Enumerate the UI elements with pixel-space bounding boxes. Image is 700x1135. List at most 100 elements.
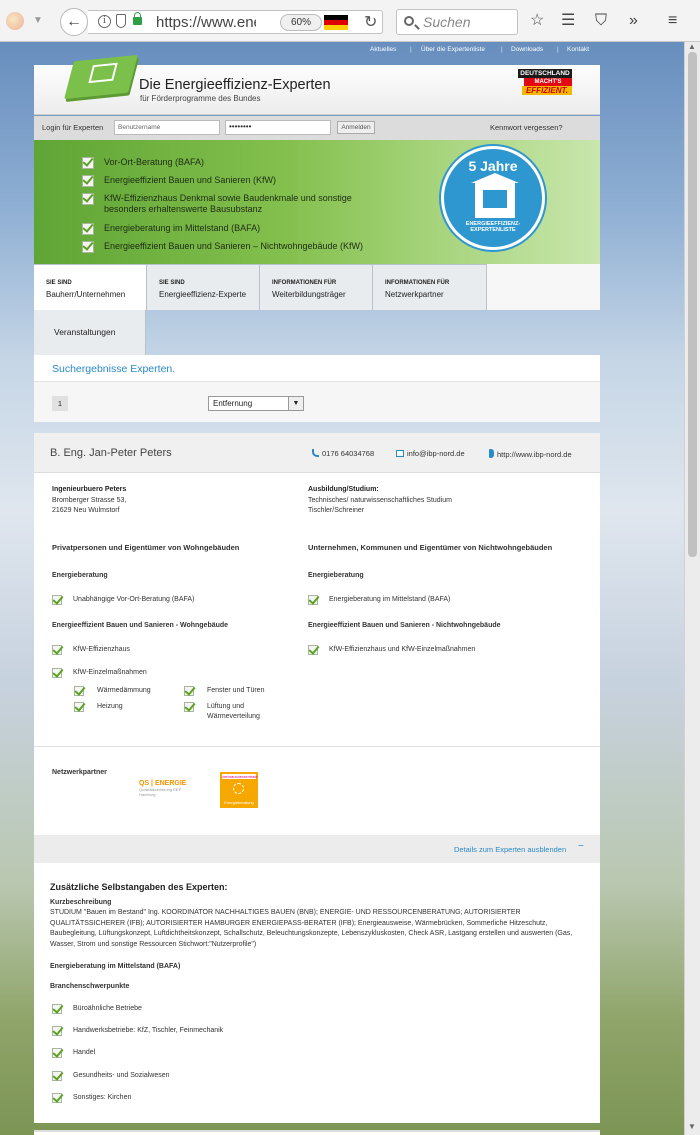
mail-icon [396, 450, 404, 457]
forgot-password-link[interactable]: Kennwort vergessen? [490, 123, 563, 132]
tab-experte[interactable]: SIE SIND Energieeffizienz-Experte [147, 264, 260, 310]
lock-icon [133, 12, 142, 25]
reader-list-icon[interactable]: ☰ [561, 12, 575, 30]
checkmark-icon [52, 595, 62, 605]
section-title: Energieberatung [52, 572, 108, 579]
sub-service-item: Wärmedämmung [74, 686, 151, 696]
login-bar: Login für Experten Benutzername ••••••••… [34, 116, 600, 140]
description-title: Kurzbeschreibung [50, 899, 112, 906]
page-number-button[interactable]: 1 [52, 396, 68, 411]
back-button[interactable]: ← [60, 8, 88, 36]
sort-select[interactable]: Entfernung ▼ [208, 396, 304, 411]
menu-hamburger-icon[interactable]: ≡ [668, 12, 677, 30]
password-input[interactable]: •••••••• [225, 120, 331, 135]
site-header: Die Energieeffizienz-Experten für Förder… [34, 54, 600, 115]
info-icon[interactable]: i [98, 15, 111, 28]
branche-item: Büroähnliche Betriebe [52, 1004, 142, 1014]
qs-energie-logo[interactable]: QS | ENERGIE Qualitätssicherung EEP Hamb… [139, 778, 194, 798]
link-aktuelles[interactable]: Aktuelles [370, 46, 396, 53]
separator: | [501, 46, 503, 53]
divider [34, 746, 600, 747]
mittelstand-title: Energieberatung im Mittelstand (BAFA) [50, 963, 181, 970]
checkmark-icon [74, 686, 84, 696]
description-text: STUDIUM "Bauen im Bestand" Ing. KOORDINA… [50, 909, 573, 948]
book-logo-icon[interactable] [64, 54, 138, 100]
checkmark-icon [52, 1093, 62, 1103]
next-card-edge [34, 1130, 600, 1135]
hero-item: Energieeffizient Bauen und Sanieren (KfW… [82, 175, 392, 187]
dropdown-arrow-icon[interactable]: ▼ [33, 15, 43, 26]
phone-contact[interactable]: 0176 64034768 [312, 449, 374, 458]
sub-service-item: Lüftung und Wärmeverteilung [184, 702, 272, 722]
shield-icon[interactable] [116, 14, 126, 28]
expert-card-header: B. Eng. Jan-Peter Peters 0176 64034768 i… [34, 433, 600, 473]
checkmark-icon [52, 1048, 62, 1058]
phone-icon [312, 449, 319, 457]
branche-item: Gesundheits- und Sozialwesen [52, 1071, 170, 1081]
tab-veranstaltungen[interactable]: Veranstaltungen [34, 310, 146, 355]
tab-netzwerkpartner[interactable]: INFORMATIONEN FÜR Netzwerkpartner [373, 264, 487, 310]
zoom-indicator[interactable]: 60% [280, 14, 322, 31]
login-button[interactable]: Anmelden [337, 121, 375, 134]
search-field[interactable]: Suchen [396, 9, 518, 35]
sub-service-item: Fenster und Türen [184, 686, 284, 696]
tab-bauherr[interactable]: SIE SIND Bauherr/Unternehmen [34, 264, 147, 310]
expert-name: B. Eng. Jan-Peter Peters [50, 447, 172, 459]
details-toggle-link[interactable]: Details zum Experten ausblenden [454, 845, 566, 854]
service-item: Energieberatung im Mittelstand (BAFA) [308, 595, 450, 605]
checkmark-icon [52, 668, 62, 678]
checkmark-icon [82, 193, 94, 205]
link-ueber[interactable]: Über die Expertenliste [421, 46, 485, 53]
section-title: Energieeffizient Bauen und Sanieren - Wo… [52, 622, 229, 629]
link-downloads[interactable]: Downloads [511, 46, 543, 53]
deutschland-machts-effizient-logo[interactable]: DEUTSCHLAND MACHT'S EFFIZIENT. [518, 69, 572, 107]
left-column-title: Privatpersonen und Eigentümer von Wohnge… [52, 543, 240, 552]
link-kontakt[interactable]: Kontakt [567, 46, 589, 53]
house-icon [471, 173, 519, 218]
scrollbar[interactable]: ▲ ▼ [684, 42, 700, 1135]
section-title: Energieeffizient Bauen und Sanieren - Ni… [308, 622, 501, 629]
checkmark-icon [52, 1026, 62, 1036]
back-arrow-icon: ← [66, 13, 82, 30]
company-address: Ingenieurbuero Peters Bromberger Strasse… [52, 486, 127, 514]
results-title: Suchergebnisse Experten. [52, 363, 176, 375]
german-flag-icon[interactable] [324, 15, 348, 30]
site-subtitle: für Förderprogramme des Bundes [140, 94, 261, 103]
checkmark-icon [74, 702, 84, 712]
scrollbar-thumb[interactable] [688, 52, 697, 557]
details-toggle-bar[interactable]: Details zum Experten ausblenden − [34, 835, 600, 863]
url-text[interactable]: https://www.enei [156, 14, 256, 31]
email-contact[interactable]: info@ibp-nord.de [396, 449, 465, 458]
bookmark-star-icon[interactable]: ☆ [530, 12, 544, 30]
hero-banner: Vor-Ort-Beratung (BAFA) Energieeffizient… [34, 140, 600, 264]
separator: | [557, 46, 559, 53]
verbraucherzentrale-logo[interactable]: verbraucherzentrale Energieberatung [220, 772, 258, 808]
separator: | [410, 46, 412, 53]
collapse-icon[interactable]: − [578, 841, 584, 852]
checkmark-icon [52, 1071, 62, 1081]
network-label: Netzwerkpartner [52, 769, 107, 776]
scroll-up-icon[interactable]: ▲ [688, 42, 696, 51]
service-item: Unabhängige Vor-Ort-Beratung (BAFA) [52, 595, 194, 605]
service-item: KfW-Effizienzhaus [52, 645, 130, 655]
overflow-chevron-icon[interactable]: » [629, 12, 638, 30]
scroll-down-icon[interactable]: ▼ [688, 1122, 696, 1131]
username-input[interactable]: Benutzername [114, 120, 220, 135]
site-title[interactable]: Die Energieeffizienz-Experten [139, 77, 331, 93]
results-header: Suchergebnisse Experten. [34, 355, 600, 382]
pagination-bar: 1 Entfernung ▼ [34, 382, 600, 422]
website-contact[interactable]: http://www.ibp-nord.de [489, 449, 572, 459]
pocket-icon[interactable]: ⛉ [595, 12, 607, 30]
chevron-down-icon: ▼ [288, 397, 303, 410]
login-label: Login für Experten [42, 123, 104, 132]
checkmark-icon [184, 686, 194, 696]
hero-item: Energieeffizient Bauen und Sanieren – Ni… [82, 241, 392, 253]
hero-item: Vor-Ort-Beratung (BAFA) [82, 157, 392, 169]
tab-weiterbildung[interactable]: INFORMATIONEN FÜR Weiterbildungsträger [260, 264, 373, 310]
nav-tabs: SIE SIND Bauherr/Unternehmen SIE SIND Ener… [34, 264, 600, 310]
branche-item: Sonstiges: Kirchen [52, 1093, 131, 1103]
url-bar[interactable]: i https://www.enei 60% [88, 10, 383, 34]
browser-toolbar: ▼ ← i https://www.enei 60% ↻ Suchen ☆ ☰ … [0, 0, 700, 42]
link-icon [489, 449, 494, 458]
reload-icon[interactable]: ↻ [364, 12, 377, 32]
